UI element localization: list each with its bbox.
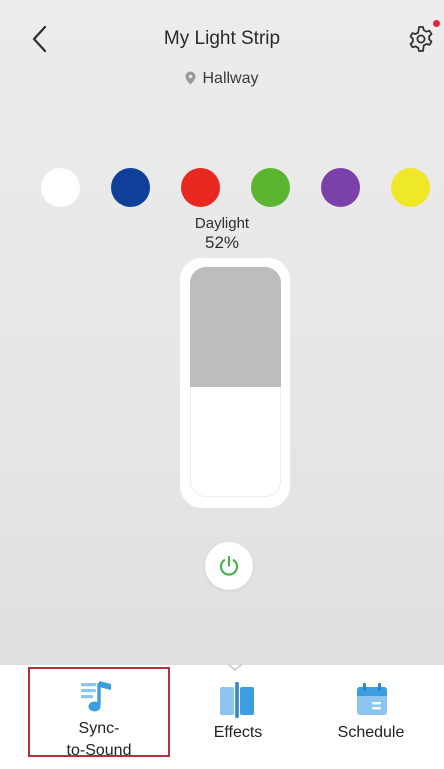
page-title: My Light Strip (163, 28, 281, 49)
color-swatch-red[interactable] (181, 168, 220, 207)
gear-icon (409, 26, 433, 52)
color-swatch-green[interactable] (251, 168, 290, 207)
tab-label: Sync- to-Sound (66, 720, 132, 759)
effects-icon (220, 682, 254, 718)
color-swatch-white[interactable] (41, 168, 80, 207)
color-preset-name: Daylight (194, 215, 250, 232)
light-strip-screen: My Light Strip Hallway Daylight 52% Sync… (0, 0, 444, 769)
tab-schedule[interactable]: Schedule (320, 675, 422, 755)
notification-dot (433, 20, 440, 27)
brightness-slider[interactable] (180, 258, 290, 508)
tab-effects[interactable]: Effects (190, 675, 286, 755)
location-name: Hallway (202, 70, 259, 87)
color-swatch-yellow[interactable] (391, 168, 430, 207)
brightness-slider-track (190, 267, 281, 497)
tab-label: Schedule (337, 724, 405, 741)
power-icon (219, 555, 239, 576)
music-note-icon (81, 681, 111, 712)
tab-sync-to-sound[interactable]: Sync- to-Sound (28, 667, 170, 759)
power-button[interactable] (205, 542, 253, 590)
location-pin-icon (185, 71, 196, 85)
location-label: Hallway (0, 70, 444, 88)
tab-label: Effects (213, 724, 263, 741)
calendar-icon (357, 683, 387, 715)
color-swatch-blue[interactable] (111, 168, 150, 207)
brightness-value: 52% (204, 233, 240, 252)
panel-handle-chevron-icon[interactable] (228, 664, 242, 672)
settings-button[interactable] (406, 24, 436, 54)
brightness-slider-fill (190, 267, 281, 387)
color-swatch-purple[interactable] (321, 168, 360, 207)
